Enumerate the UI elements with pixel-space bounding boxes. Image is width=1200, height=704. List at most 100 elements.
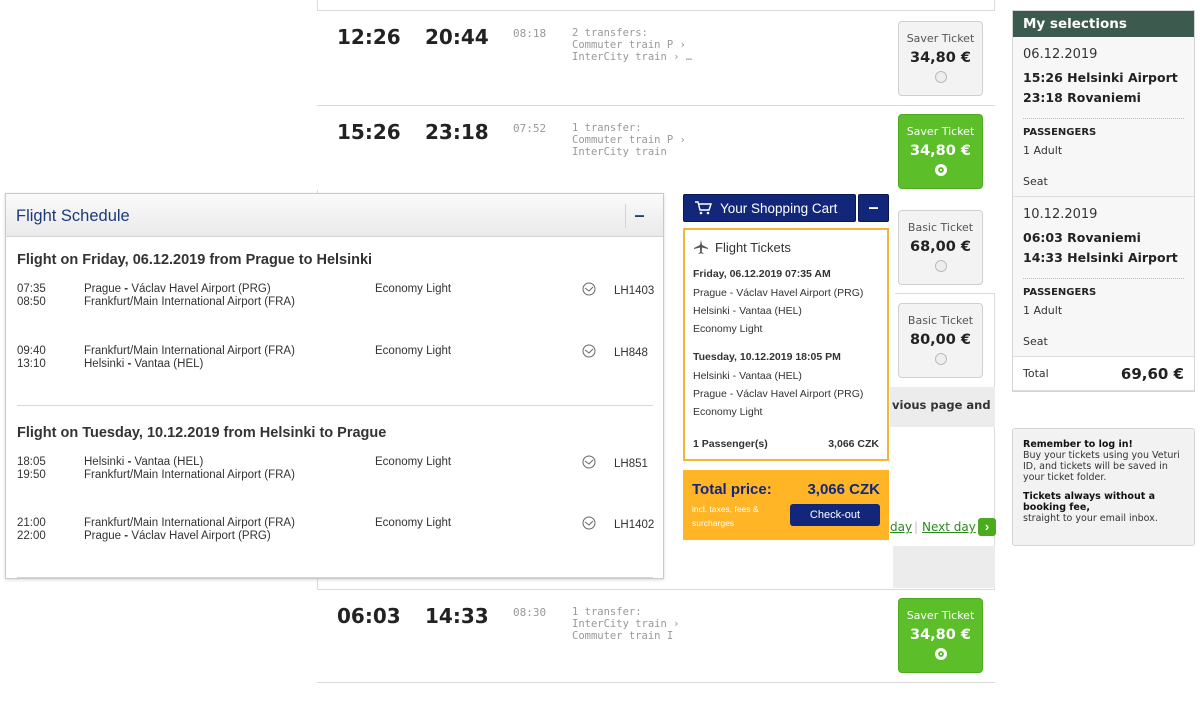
total-price-note: incl. taxes, fees & surcharges bbox=[692, 504, 759, 528]
saver-ticket-option-selected[interactable]: Saver Ticket 34,80 € bbox=[898, 114, 983, 189]
selection-departure: 06:03 Rovaniemi bbox=[1023, 230, 1141, 245]
divider bbox=[1023, 278, 1184, 279]
segment-times: 21:00 22:00 bbox=[17, 517, 46, 542]
passengers-value: 1 Adult bbox=[1023, 304, 1063, 317]
cart-area-background bbox=[683, 540, 893, 580]
train-row[interactable]: 15:26 23:18 07:52 1 transfer: Commuter tr… bbox=[317, 106, 995, 190]
ticket-radio[interactable] bbox=[934, 260, 947, 272]
passengers-label: PASSENGERS bbox=[1023, 287, 1097, 298]
flight-number: LH1402 bbox=[614, 519, 655, 531]
lufthansa-logo-icon bbox=[582, 455, 596, 469]
transfer-info: 2 transfers: Commuter train P › InterCity … bbox=[572, 27, 693, 63]
selection-departure: 15:26 Helsinki Airport bbox=[1023, 70, 1178, 85]
segment-airports: Helsinki - Vantaa (HEL) Frankfurt/Main I… bbox=[84, 456, 295, 481]
flight-number: LH1403 bbox=[614, 285, 655, 297]
next-day-arrow-icon[interactable]: › bbox=[978, 518, 996, 536]
total-price-label: Total price: bbox=[692, 481, 772, 498]
segment-class: Economy Light bbox=[375, 345, 452, 357]
segment-times: 09:40 13:10 bbox=[17, 345, 46, 370]
cart-passengers-price: 3,066 CZK bbox=[828, 438, 879, 450]
total-price-value: 3,066 CZK bbox=[807, 481, 880, 498]
total-value: 69,60 € bbox=[1120, 364, 1184, 383]
train-row[interactable]: 06:03 14:33 08:30 1 transfer: InterCity t… bbox=[317, 589, 995, 683]
ticket-radio[interactable] bbox=[934, 353, 947, 365]
arrival-time: 23:18 bbox=[425, 120, 489, 144]
booking-fee-title: Tickets always without a booking fee, bbox=[1023, 491, 1155, 513]
info-box: Remember to log in! Buy your tickets usi… bbox=[1012, 428, 1195, 546]
segment-times: 18:05 19:50 bbox=[17, 456, 46, 481]
lufthansa-logo-icon bbox=[582, 344, 596, 358]
login-reminder-title: Remember to log in! bbox=[1023, 439, 1133, 450]
segment-airports: Frankfurt/Main International Airport (FR… bbox=[84, 517, 295, 542]
ticket-radio-selected[interactable] bbox=[934, 164, 947, 176]
segment-times: 07:35 08:50 bbox=[17, 283, 46, 308]
return-flight-title: Flight on Tuesday, 10.12.2019 from Helsi… bbox=[17, 425, 387, 441]
shopping-cart-button[interactable]: Your Shopping Cart bbox=[683, 194, 856, 222]
shopping-cart-body: Flight Tickets Friday, 06.12.2019 07:35 … bbox=[683, 228, 889, 461]
cart-outbound-to: Helsinki - Vantaa (HEL) bbox=[693, 305, 802, 317]
seat-label: Seat bbox=[1023, 335, 1048, 348]
my-selections-panel: My selections 06.12.2019 15:26 Helsinki … bbox=[1012, 10, 1195, 392]
flight-schedule-panel: Flight Schedule – Flight on Friday, 06.1… bbox=[5, 193, 664, 579]
divider bbox=[1023, 118, 1184, 119]
ticket-radio[interactable] bbox=[934, 71, 947, 83]
outbound-flight-title: Flight on Friday, 06.12.2019 from Prague… bbox=[17, 252, 373, 268]
departure-time: 12:26 bbox=[337, 25, 401, 49]
basic-ticket-option[interactable]: Basic Ticket 80,00 € bbox=[898, 303, 983, 378]
airplane-icon bbox=[694, 240, 708, 254]
departure-time: 06:03 bbox=[337, 604, 401, 628]
next-day-link[interactable]: Next day bbox=[922, 520, 976, 534]
previous-day-link[interactable]: day bbox=[890, 520, 912, 534]
cart-outbound-date: Friday, 06.12.2019 07:35 AM bbox=[693, 268, 831, 280]
day-nav-separator: | bbox=[914, 520, 919, 534]
login-reminder-text: Buy your tickets using you Veturi ID, an… bbox=[1023, 450, 1180, 483]
cart-return-to: Prague - Václav Havel Airport (PRG) bbox=[693, 388, 864, 400]
return-selection: 10.12.2019 06:03 Rovaniemi 14:33 Helsink… bbox=[1013, 197, 1194, 357]
arrival-time: 20:44 bbox=[425, 25, 489, 49]
outbound-selection: 06.12.2019 15:26 Helsinki Airport 23:18 … bbox=[1013, 37, 1194, 197]
checkout-button[interactable]: Check-out bbox=[790, 504, 880, 526]
selection-arrival: 23:18 Rovaniemi bbox=[1023, 90, 1141, 105]
my-selections-title: My selections bbox=[1013, 11, 1194, 37]
cart-outbound-from: Prague - Václav Havel Airport (PRG) bbox=[693, 287, 864, 299]
selection-arrival: 14:33 Helsinki Airport bbox=[1023, 250, 1178, 265]
segment-class: Economy Light bbox=[375, 517, 452, 529]
saver-ticket-option-selected[interactable]: Saver Ticket 34,80 € bbox=[898, 598, 983, 673]
segment-class: Economy Light bbox=[375, 456, 452, 468]
passengers-value: 1 Adult bbox=[1023, 144, 1063, 157]
lufthansa-logo-icon bbox=[582, 282, 596, 296]
transfer-info: 1 transfer: Commuter train P › InterCity t… bbox=[572, 122, 686, 158]
cart-collapse-button[interactable]: – bbox=[858, 194, 889, 222]
segment-airports: Frankfurt/Main International Airport (FR… bbox=[84, 345, 295, 370]
section-divider bbox=[17, 405, 653, 406]
duration: 08:30 bbox=[513, 606, 547, 619]
cart-outbound-class: Economy Light bbox=[693, 323, 763, 335]
ticket-radio-selected[interactable] bbox=[934, 648, 947, 660]
total-label: Total bbox=[1023, 367, 1049, 380]
selection-date: 10.12.2019 bbox=[1023, 207, 1098, 222]
booking-fee-text: straight to your email inbox. bbox=[1023, 513, 1158, 524]
train-row[interactable]: 12:26 20:44 08:18 2 transfers: Commuter t… bbox=[317, 10, 995, 106]
cart-return-from: Helsinki - Vantaa (HEL) bbox=[693, 370, 802, 382]
flight-schedule-title: Flight Schedule bbox=[16, 207, 130, 225]
collapse-button[interactable]: – bbox=[625, 204, 653, 228]
duration: 08:18 bbox=[513, 27, 547, 40]
shopping-cart-label: Your Shopping Cart bbox=[720, 200, 838, 216]
transfer-info: 1 transfer: InterCity train › Commuter tra… bbox=[572, 606, 680, 642]
flight-number: LH851 bbox=[614, 458, 648, 470]
section-divider bbox=[17, 577, 653, 578]
previous-page-text: vious page and bbox=[892, 398, 991, 412]
selections-total: Total 69,60 € bbox=[1013, 357, 1194, 391]
segment-class: Economy Light bbox=[375, 283, 452, 295]
arrival-time: 14:33 bbox=[425, 604, 489, 628]
seat-label: Seat bbox=[1023, 175, 1048, 188]
saver-ticket-option[interactable]: Saver Ticket 34,80 € bbox=[898, 21, 983, 96]
cart-icon bbox=[695, 201, 712, 215]
basic-ticket-option[interactable]: Basic Ticket 68,00 € bbox=[898, 210, 983, 285]
previous-page-notice: vious page and bbox=[890, 387, 995, 427]
selection-date: 06.12.2019 bbox=[1023, 47, 1098, 62]
cart-return-class: Economy Light bbox=[693, 406, 763, 418]
cart-total-box: Total price: 3,066 CZK incl. taxes, fees… bbox=[683, 470, 889, 540]
passengers-label: PASSENGERS bbox=[1023, 127, 1097, 138]
day-header-bar bbox=[893, 546, 995, 588]
